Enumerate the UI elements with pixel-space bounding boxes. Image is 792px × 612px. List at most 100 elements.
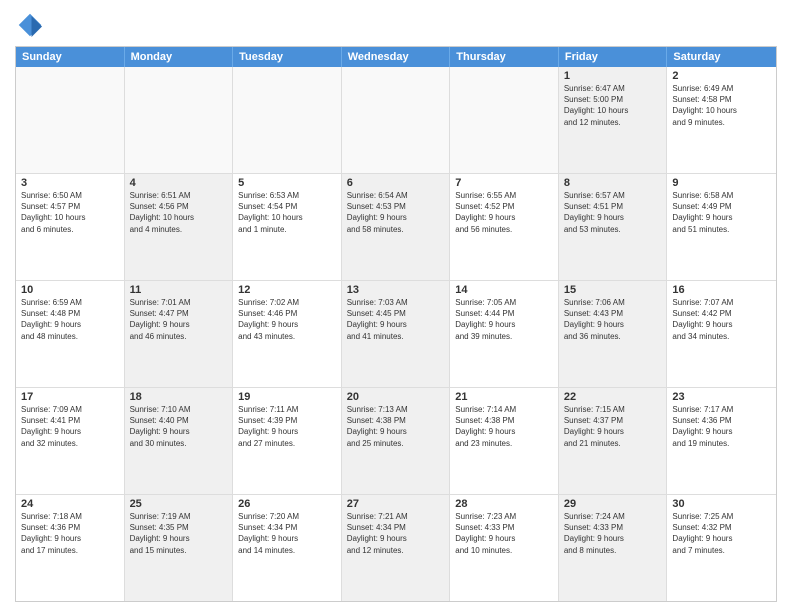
day-number: 7: [455, 177, 553, 189]
cal-cell: 3Sunrise: 6:50 AM Sunset: 4:57 PM Daylig…: [16, 174, 125, 280]
cal-cell: 26Sunrise: 7:20 AM Sunset: 4:34 PM Dayli…: [233, 495, 342, 601]
day-info: Sunrise: 6:50 AM Sunset: 4:57 PM Dayligh…: [21, 190, 119, 235]
cal-cell: 7Sunrise: 6:55 AM Sunset: 4:52 PM Daylig…: [450, 174, 559, 280]
day-info: Sunrise: 7:19 AM Sunset: 4:35 PM Dayligh…: [130, 511, 228, 556]
cal-cell: 13Sunrise: 7:03 AM Sunset: 4:45 PM Dayli…: [342, 281, 451, 387]
day-number: 28: [455, 498, 553, 510]
day-info: Sunrise: 6:55 AM Sunset: 4:52 PM Dayligh…: [455, 190, 553, 235]
day-info: Sunrise: 6:58 AM Sunset: 4:49 PM Dayligh…: [672, 190, 771, 235]
day-number: 25: [130, 498, 228, 510]
logo-icon: [15, 10, 45, 40]
day-number: 1: [564, 70, 662, 82]
day-number: 26: [238, 498, 336, 510]
cal-header-cell: Tuesday: [233, 47, 342, 67]
cal-header-cell: Friday: [559, 47, 668, 67]
day-info: Sunrise: 6:59 AM Sunset: 4:48 PM Dayligh…: [21, 297, 119, 342]
day-number: 8: [564, 177, 662, 189]
day-number: 17: [21, 391, 119, 403]
cal-cell: 24Sunrise: 7:18 AM Sunset: 4:36 PM Dayli…: [16, 495, 125, 601]
cal-row: 24Sunrise: 7:18 AM Sunset: 4:36 PM Dayli…: [16, 494, 776, 601]
calendar-header: SundayMondayTuesdayWednesdayThursdayFrid…: [16, 47, 776, 67]
day-number: 15: [564, 284, 662, 296]
day-number: 21: [455, 391, 553, 403]
day-info: Sunrise: 7:20 AM Sunset: 4:34 PM Dayligh…: [238, 511, 336, 556]
day-info: Sunrise: 7:25 AM Sunset: 4:32 PM Dayligh…: [672, 511, 771, 556]
cal-cell: [16, 67, 125, 173]
cal-header-cell: Monday: [125, 47, 234, 67]
cal-cell: 28Sunrise: 7:23 AM Sunset: 4:33 PM Dayli…: [450, 495, 559, 601]
calendar: SundayMondayTuesdayWednesdayThursdayFrid…: [15, 46, 777, 602]
day-number: 11: [130, 284, 228, 296]
cal-header-cell: Thursday: [450, 47, 559, 67]
day-info: Sunrise: 7:24 AM Sunset: 4:33 PM Dayligh…: [564, 511, 662, 556]
cal-cell: 16Sunrise: 7:07 AM Sunset: 4:42 PM Dayli…: [667, 281, 776, 387]
day-info: Sunrise: 7:03 AM Sunset: 4:45 PM Dayligh…: [347, 297, 445, 342]
cal-cell: 15Sunrise: 7:06 AM Sunset: 4:43 PM Dayli…: [559, 281, 668, 387]
day-info: Sunrise: 7:18 AM Sunset: 4:36 PM Dayligh…: [21, 511, 119, 556]
cal-cell: 1Sunrise: 6:47 AM Sunset: 5:00 PM Daylig…: [559, 67, 668, 173]
cal-header-cell: Saturday: [667, 47, 776, 67]
day-number: 16: [672, 284, 771, 296]
logo: [15, 10, 49, 40]
day-info: Sunrise: 7:23 AM Sunset: 4:33 PM Dayligh…: [455, 511, 553, 556]
day-number: 29: [564, 498, 662, 510]
day-info: Sunrise: 7:21 AM Sunset: 4:34 PM Dayligh…: [347, 511, 445, 556]
cal-row: 3Sunrise: 6:50 AM Sunset: 4:57 PM Daylig…: [16, 173, 776, 280]
cal-cell: 22Sunrise: 7:15 AM Sunset: 4:37 PM Dayli…: [559, 388, 668, 494]
cal-cell: 12Sunrise: 7:02 AM Sunset: 4:46 PM Dayli…: [233, 281, 342, 387]
cal-cell: 5Sunrise: 6:53 AM Sunset: 4:54 PM Daylig…: [233, 174, 342, 280]
day-number: 27: [347, 498, 445, 510]
day-info: Sunrise: 7:02 AM Sunset: 4:46 PM Dayligh…: [238, 297, 336, 342]
day-number: 9: [672, 177, 771, 189]
cal-row: 17Sunrise: 7:09 AM Sunset: 4:41 PM Dayli…: [16, 387, 776, 494]
day-number: 22: [564, 391, 662, 403]
day-info: Sunrise: 7:13 AM Sunset: 4:38 PM Dayligh…: [347, 404, 445, 449]
cal-cell: 27Sunrise: 7:21 AM Sunset: 4:34 PM Dayli…: [342, 495, 451, 601]
day-info: Sunrise: 6:53 AM Sunset: 4:54 PM Dayligh…: [238, 190, 336, 235]
day-info: Sunrise: 7:14 AM Sunset: 4:38 PM Dayligh…: [455, 404, 553, 449]
cal-cell: 9Sunrise: 6:58 AM Sunset: 4:49 PM Daylig…: [667, 174, 776, 280]
day-info: Sunrise: 7:05 AM Sunset: 4:44 PM Dayligh…: [455, 297, 553, 342]
day-info: Sunrise: 6:47 AM Sunset: 5:00 PM Dayligh…: [564, 83, 662, 128]
day-number: 23: [672, 391, 771, 403]
cal-cell: 20Sunrise: 7:13 AM Sunset: 4:38 PM Dayli…: [342, 388, 451, 494]
cal-cell: 4Sunrise: 6:51 AM Sunset: 4:56 PM Daylig…: [125, 174, 234, 280]
day-number: 6: [347, 177, 445, 189]
cal-header-cell: Sunday: [16, 47, 125, 67]
day-info: Sunrise: 7:11 AM Sunset: 4:39 PM Dayligh…: [238, 404, 336, 449]
header: [15, 10, 777, 40]
cal-cell: 2Sunrise: 6:49 AM Sunset: 4:58 PM Daylig…: [667, 67, 776, 173]
calendar-body: 1Sunrise: 6:47 AM Sunset: 5:00 PM Daylig…: [16, 67, 776, 601]
day-number: 24: [21, 498, 119, 510]
cal-cell: 6Sunrise: 6:54 AM Sunset: 4:53 PM Daylig…: [342, 174, 451, 280]
day-info: Sunrise: 7:09 AM Sunset: 4:41 PM Dayligh…: [21, 404, 119, 449]
cal-cell: 29Sunrise: 7:24 AM Sunset: 4:33 PM Dayli…: [559, 495, 668, 601]
cal-cell: 21Sunrise: 7:14 AM Sunset: 4:38 PM Dayli…: [450, 388, 559, 494]
day-number: 3: [21, 177, 119, 189]
day-number: 5: [238, 177, 336, 189]
day-info: Sunrise: 7:15 AM Sunset: 4:37 PM Dayligh…: [564, 404, 662, 449]
day-number: 19: [238, 391, 336, 403]
cal-cell: 19Sunrise: 7:11 AM Sunset: 4:39 PM Dayli…: [233, 388, 342, 494]
cal-cell: 14Sunrise: 7:05 AM Sunset: 4:44 PM Dayli…: [450, 281, 559, 387]
day-info: Sunrise: 7:01 AM Sunset: 4:47 PM Dayligh…: [130, 297, 228, 342]
day-info: Sunrise: 6:54 AM Sunset: 4:53 PM Dayligh…: [347, 190, 445, 235]
cal-cell: [342, 67, 451, 173]
page: SundayMondayTuesdayWednesdayThursdayFrid…: [0, 0, 792, 612]
day-info: Sunrise: 7:06 AM Sunset: 4:43 PM Dayligh…: [564, 297, 662, 342]
day-number: 14: [455, 284, 553, 296]
cal-cell: 30Sunrise: 7:25 AM Sunset: 4:32 PM Dayli…: [667, 495, 776, 601]
day-info: Sunrise: 7:10 AM Sunset: 4:40 PM Dayligh…: [130, 404, 228, 449]
cal-cell: 11Sunrise: 7:01 AM Sunset: 4:47 PM Dayli…: [125, 281, 234, 387]
cal-cell: [450, 67, 559, 173]
day-number: 18: [130, 391, 228, 403]
cal-cell: 18Sunrise: 7:10 AM Sunset: 4:40 PM Dayli…: [125, 388, 234, 494]
cal-cell: 17Sunrise: 7:09 AM Sunset: 4:41 PM Dayli…: [16, 388, 125, 494]
cal-cell: [125, 67, 234, 173]
day-number: 12: [238, 284, 336, 296]
cal-row: 1Sunrise: 6:47 AM Sunset: 5:00 PM Daylig…: [16, 67, 776, 173]
day-info: Sunrise: 7:07 AM Sunset: 4:42 PM Dayligh…: [672, 297, 771, 342]
day-number: 4: [130, 177, 228, 189]
day-number: 20: [347, 391, 445, 403]
day-number: 10: [21, 284, 119, 296]
